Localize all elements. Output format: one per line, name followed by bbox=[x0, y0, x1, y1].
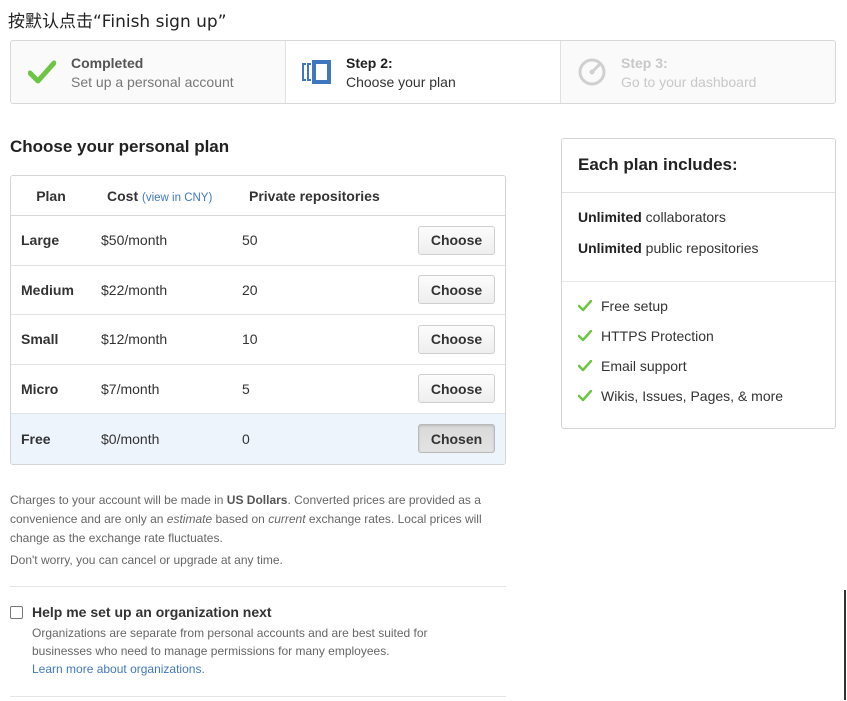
check-icon bbox=[578, 389, 592, 403]
plan-table: Plan Cost (view in CNY) Private reposito… bbox=[10, 175, 506, 465]
step-title: Step 2: bbox=[346, 54, 393, 71]
step-completed: Completed Set up a personal account bbox=[11, 41, 285, 103]
plan-cost: $0/month bbox=[101, 430, 160, 447]
step-title: Completed bbox=[71, 54, 144, 71]
plan-cost: $50/month bbox=[101, 232, 168, 249]
step-title: Step 3: bbox=[621, 54, 668, 71]
plan-name: Large bbox=[21, 232, 60, 249]
feature-item: Wikis, Issues, Pages, & more bbox=[578, 388, 819, 404]
instruction-caption: 按默认点击“Finish sign up” bbox=[8, 12, 227, 32]
plan-name: Medium bbox=[21, 281, 74, 298]
feature-label: Wikis, Issues, Pages, & more bbox=[601, 388, 784, 404]
column-header-private-repos: Private repositories bbox=[249, 187, 380, 204]
check-icon bbox=[578, 359, 592, 373]
step-dashboard: Step 3: Go to your dashboard bbox=[560, 41, 835, 103]
plan-includes-box: Each plan includes: Unlimited collaborat… bbox=[561, 138, 836, 429]
feature-label: Email support bbox=[601, 358, 687, 374]
feature-label: Free setup bbox=[601, 298, 668, 314]
organization-checkbox[interactable] bbox=[10, 605, 23, 619]
plan-private-repos: 20 bbox=[242, 281, 258, 298]
dashboard-gauge-icon bbox=[575, 55, 609, 89]
learn-more-organizations-link[interactable]: Learn more about organizations. bbox=[32, 660, 510, 678]
plan-cost: $12/month bbox=[101, 331, 168, 348]
billing-notes: Charges to your account will be made in … bbox=[10, 491, 510, 570]
feature-item: HTTPS Protection bbox=[578, 328, 819, 344]
view-in-cny-link[interactable]: (view in CNY) bbox=[142, 192, 212, 204]
step-subtitle: Choose your plan bbox=[346, 73, 456, 90]
choose-small-button[interactable]: Choose bbox=[418, 324, 495, 354]
signup-progress-steps: Completed Set up a personal account Step… bbox=[10, 40, 836, 104]
column-header-cost: Cost (view in CNY) bbox=[91, 188, 249, 204]
includes-heading: Each plan includes: bbox=[562, 139, 835, 193]
check-icon bbox=[578, 329, 592, 343]
choose-medium-button[interactable]: Choose bbox=[418, 275, 495, 305]
check-icon bbox=[578, 299, 592, 313]
organization-description: Organizations are separate from personal… bbox=[32, 626, 428, 658]
plan-row-micro: Micro $7/month 5 Choose bbox=[11, 365, 505, 414]
step-choose-plan: Step 2: Choose your plan bbox=[285, 41, 560, 103]
choose-micro-button[interactable]: Choose bbox=[418, 374, 495, 404]
plan-row-small: Small $12/month 10 Choose bbox=[11, 315, 505, 365]
choose-large-button[interactable]: Choose bbox=[418, 225, 495, 255]
plan-private-repos: 5 bbox=[242, 380, 250, 397]
plan-cost: $7/month bbox=[101, 380, 160, 397]
feature-item: Free setup bbox=[578, 298, 819, 314]
cancel-note: Don't worry, you can cancel or upgrade a… bbox=[10, 553, 283, 567]
included-features-list: Free setup HTTPS Protection Email suppor… bbox=[562, 282, 835, 428]
plan-private-repos: 50 bbox=[242, 232, 258, 249]
plan-select-icon bbox=[300, 55, 334, 89]
step-subtitle: Go to your dashboard bbox=[621, 73, 757, 90]
plan-name: Small bbox=[21, 331, 59, 348]
divider bbox=[10, 586, 506, 587]
check-icon bbox=[25, 55, 59, 89]
unlimited-features: Unlimited collaborators Unlimited public… bbox=[562, 193, 835, 282]
plan-name: Micro bbox=[21, 380, 59, 397]
unlimited-public-repos: Unlimited public repositories bbox=[578, 240, 759, 256]
chosen-free-button[interactable]: Chosen bbox=[418, 424, 495, 454]
plan-row-medium: Medium $22/month 20 Choose bbox=[11, 266, 505, 315]
unlimited-collaborators: Unlimited collaborators bbox=[578, 209, 726, 225]
divider bbox=[10, 696, 506, 697]
plan-private-repos: 0 bbox=[242, 430, 250, 447]
plan-section-heading: Choose your personal plan bbox=[10, 137, 230, 156]
plan-cost: $22/month bbox=[101, 281, 168, 298]
feature-label: HTTPS Protection bbox=[601, 328, 714, 344]
window-edge bbox=[844, 590, 846, 700]
plan-row-free: Free $0/month 0 Chosen bbox=[11, 414, 505, 464]
column-header-plan: Plan bbox=[36, 187, 66, 204]
organization-option: Help me set up an organization next Orga… bbox=[10, 604, 510, 678]
plan-name: Free bbox=[21, 430, 51, 447]
plan-row-large: Large $50/month 50 Choose bbox=[11, 216, 505, 266]
currency-note: Charges to your account will be made in … bbox=[10, 493, 482, 545]
plan-table-header: Plan Cost (view in CNY) Private reposito… bbox=[11, 176, 505, 216]
plan-private-repos: 10 bbox=[242, 331, 258, 348]
organization-checkbox-label[interactable]: Help me set up an organization next bbox=[32, 604, 272, 620]
cost-label: Cost bbox=[107, 187, 139, 204]
step-subtitle: Set up a personal account bbox=[71, 73, 234, 90]
feature-item: Email support bbox=[578, 358, 819, 374]
